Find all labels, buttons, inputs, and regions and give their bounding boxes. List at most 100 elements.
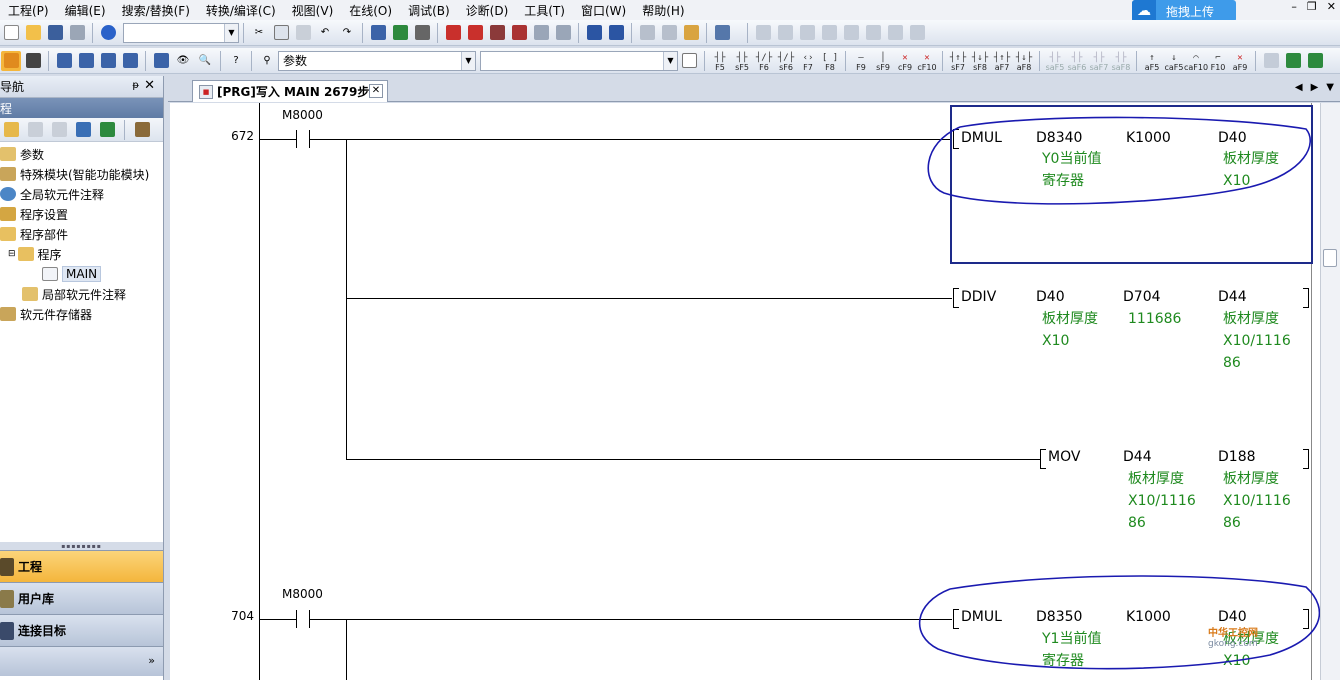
verify-icon[interactable] <box>487 23 507 43</box>
dev-batch-icon[interactable] <box>98 51 118 71</box>
trace-icon[interactable] <box>863 23 883 43</box>
ladder-editor[interactable]: 672 M8000 DMUL D8340 K1000 D40 Y0当前值 寄存器 … <box>170 103 1320 680</box>
find-target-combo[interactable]: 参数 ▼ <box>278 50 476 71</box>
splitter-grip[interactable]: ▪▪▪▪▪▪▪▪ <box>0 542 163 550</box>
monitor-icon[interactable] <box>509 23 529 43</box>
nav-user-library-button[interactable]: 用户库 <box>0 582 163 614</box>
simulate-icon[interactable] <box>885 23 905 43</box>
simulate-stop-icon[interactable] <box>907 23 927 43</box>
new-data-icon[interactable] <box>1 120 21 140</box>
fkey-cf10[interactable]: ✕ cF10 <box>916 50 938 72</box>
nav-more-button[interactable]: » <box>0 646 163 676</box>
element-list-icon[interactable] <box>23 51 43 71</box>
find-icon[interactable]: 🔍 <box>195 51 215 71</box>
find-text-combo[interactable]: ▼ <box>480 50 678 71</box>
tab-close-icon[interactable]: ✕ <box>369 84 383 98</box>
refresh-icon[interactable] <box>97 120 117 140</box>
compare-icon[interactable] <box>553 23 573 43</box>
fkey-f7[interactable]: ‹› F7 <box>797 50 819 72</box>
fkey-sf6[interactable]: ┤/├ sF6 <box>775 50 797 72</box>
fkey-saf5[interactable]: ┤├ saF5 <box>1044 50 1066 72</box>
instruction-arg[interactable]: D704 <box>1123 289 1161 305</box>
fkey-sf9[interactable]: │ sF9 <box>872 50 894 72</box>
save-icon[interactable] <box>45 23 65 43</box>
normally-open-contact[interactable] <box>296 610 310 628</box>
window-icon[interactable] <box>54 51 74 71</box>
binoculars-icon[interactable]: ⚲ <box>257 51 277 71</box>
fkey-f9[interactable]: — F9 <box>850 50 872 72</box>
scrollbar-thumb[interactable] <box>1323 249 1337 267</box>
pin-icon[interactable]: ᵽ <box>132 80 139 91</box>
restore-icon[interactable]: ❐ <box>1307 0 1317 13</box>
nav-connection-button[interactable]: 连接目标 <box>0 614 163 646</box>
menu-view[interactable]: 视图(V) <box>284 2 342 19</box>
tree-item-device-memory[interactable]: 软元件存储器 <box>0 304 163 324</box>
cut-icon[interactable]: ✂ <box>249 23 269 43</box>
instruction-op[interactable]: DDIV <box>961 289 996 305</box>
debug-icon[interactable] <box>659 23 679 43</box>
tree-item-main[interactable]: MAIN <box>0 264 163 284</box>
convert-all-icon[interactable] <box>1305 51 1325 71</box>
fkey-af7[interactable]: ┤↑├ aF7 <box>991 50 1013 72</box>
remote-icon[interactable] <box>531 23 551 43</box>
read-plc-icon[interactable] <box>465 23 485 43</box>
drag-upload-button[interactable]: ☁ 拖拽上传 <box>1132 0 1236 22</box>
dev-monitor-icon[interactable] <box>76 51 96 71</box>
tree-item-global-comment[interactable]: 全局软元件注释 <box>0 184 163 204</box>
device-search-icon[interactable] <box>368 23 388 43</box>
vertical-scrollbar[interactable] <box>1320 103 1340 680</box>
fkey-f8[interactable]: [ ] F8 <box>819 50 841 72</box>
hk-icon[interactable] <box>412 23 432 43</box>
menu-online[interactable]: 在线(O) <box>341 2 400 19</box>
sampling-icon[interactable] <box>841 23 861 43</box>
nav-project-button[interactable]: 工程 <box>0 550 163 582</box>
menu-project[interactable]: 工程(P) <box>0 2 57 19</box>
step-out-icon[interactable] <box>797 23 817 43</box>
eye-icon[interactable]: 👁 <box>173 51 193 71</box>
fkey-sf7[interactable]: ┤↑├ sF7 <box>947 50 969 72</box>
fkey-f10[interactable]: ⌐ F10 <box>1207 50 1229 72</box>
instruction-op[interactable]: DMUL <box>961 609 1002 625</box>
fkey-saf6[interactable]: ┤├ saF6 <box>1066 50 1088 72</box>
step-in-icon[interactable] <box>753 23 773 43</box>
dev-register-icon[interactable] <box>120 51 140 71</box>
dev-write-icon[interactable] <box>584 23 604 43</box>
fkey-cf9[interactable]: ✕ cF9 <box>894 50 916 72</box>
toolbar-combo-1[interactable]: ▼ <box>123 22 239 43</box>
print-icon[interactable] <box>67 23 87 43</box>
fkey-af8[interactable]: ┤↓├ aF8 <box>1013 50 1035 72</box>
fkey-f6[interactable]: ┤/├ F6 <box>753 50 775 72</box>
fkey-saf8[interactable]: ┤├ saF8 <box>1110 50 1132 72</box>
inst-icon[interactable] <box>1261 51 1281 71</box>
normally-open-contact[interactable] <box>296 130 310 148</box>
step-over-icon[interactable] <box>775 23 795 43</box>
tree-item-program-settings[interactable]: 程序设置 <box>0 204 163 224</box>
tree-item-special-module[interactable]: 特殊模块(智能功能模块) <box>0 164 163 184</box>
break-icon[interactable] <box>819 23 839 43</box>
instruction-arg[interactable]: D44 <box>1218 289 1247 305</box>
screen-icon[interactable] <box>712 23 732 43</box>
instruction-arg[interactable]: D40 <box>1036 289 1065 305</box>
menu-find-replace[interactable]: 搜索/替换(F) <box>114 2 198 19</box>
instruction-arg[interactable]: D44 <box>1123 449 1152 465</box>
property-icon[interactable] <box>73 120 93 140</box>
device-list-icon[interactable] <box>390 23 410 43</box>
open-icon[interactable] <box>23 23 43 43</box>
instruction-arg[interactable]: D188 <box>1218 449 1256 465</box>
menu-tools[interactable]: 工具(T) <box>516 2 573 19</box>
help-circle-icon[interactable]: ? <box>226 51 246 71</box>
fkey-f5[interactable]: ┤├ F5 <box>709 50 731 72</box>
tool-dropdown-icon[interactable] <box>132 120 152 140</box>
diagnostics-icon[interactable] <box>637 23 657 43</box>
paste-data-icon[interactable] <box>49 120 69 140</box>
page-icon[interactable] <box>679 51 699 71</box>
menu-diagnostics[interactable]: 诊断(D) <box>458 2 517 19</box>
write-plc-icon[interactable] <box>443 23 463 43</box>
project-view-icon[interactable] <box>1 50 21 71</box>
edit-icon[interactable] <box>681 23 701 43</box>
dev-view-icon[interactable] <box>151 51 171 71</box>
fkey-saf7[interactable]: ┤├ saF7 <box>1088 50 1110 72</box>
chevron-left-icon[interactable]: ◀ <box>1295 82 1303 93</box>
paste-icon[interactable] <box>293 23 313 43</box>
fkey-caf10[interactable]: ⌒ caF10 <box>1184 50 1208 72</box>
